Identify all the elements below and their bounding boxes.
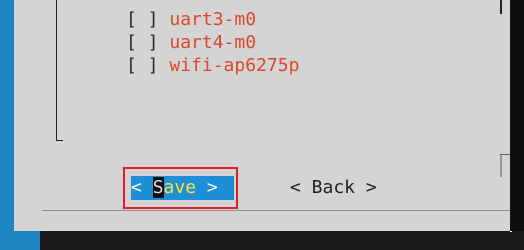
- save-hotkey: S: [152, 177, 164, 198]
- option-list: [ ] uart3-m0 [ ] uart4-m0 [ ] wifi-ap627…: [126, 8, 299, 77]
- list-box-corner: [56, 140, 63, 141]
- list-item[interactable]: [ ] uart3-m0: [126, 8, 299, 31]
- menuconfig-dialog: [ ] uart3-m0 [ ] uart4-m0 [ ] wifi-ap627…: [14, 0, 512, 232]
- dialog-separator: [42, 210, 512, 211]
- checkbox[interactable]: [ ]: [126, 32, 159, 53]
- terminal-blue-corner: [0, 231, 40, 250]
- dialog-inner-border: [500, 155, 502, 177]
- option-label: uart3-m0: [169, 9, 257, 30]
- list-item[interactable]: [ ] uart4-m0: [126, 31, 299, 54]
- save-right-bracket: >: [206, 177, 218, 198]
- save-button[interactable]: < Save >: [131, 176, 234, 200]
- dialog-frame-line: [500, 0, 502, 14]
- option-label: wifi-ap6275p: [169, 55, 300, 76]
- list-item[interactable]: [ ] wifi-ap6275p: [126, 54, 299, 77]
- save-label: ave: [163, 177, 197, 198]
- terminal-blue-strip: [0, 0, 14, 250]
- option-label: uart4-m0: [169, 32, 257, 53]
- dialog-shadow: [510, 0, 524, 231]
- checkbox[interactable]: [ ]: [126, 9, 159, 30]
- save-left-bracket: <: [131, 177, 142, 198]
- back-button[interactable]: < Back >: [290, 176, 377, 200]
- list-box-border: [56, 0, 57, 140]
- checkbox[interactable]: [ ]: [126, 55, 159, 76]
